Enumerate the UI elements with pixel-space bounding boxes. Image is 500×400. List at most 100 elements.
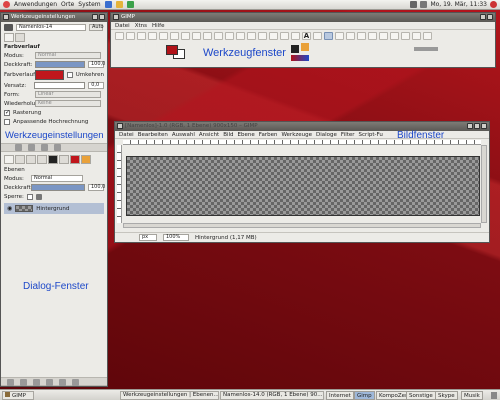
bucket-fill-tool-icon[interactable] — [313, 32, 322, 40]
versatz-value[interactable]: 0,0 — [88, 82, 104, 89]
toolbox-titlebar[interactable]: GIMP — [111, 13, 495, 22]
tab-device-status[interactable] — [15, 33, 25, 42]
menu-bearbeiten[interactable]: Bearbeiten — [138, 131, 168, 138]
zoom-tool-icon[interactable] — [203, 32, 212, 40]
unit-select[interactable]: px — [139, 234, 157, 241]
workspace-musik[interactable]: Musik — [461, 391, 483, 400]
blend-tool-icon[interactable] — [324, 32, 333, 40]
text-tool-icon[interactable]: A — [302, 32, 311, 40]
color-select-tool-icon[interactable] — [159, 32, 168, 40]
trash-icon[interactable] — [491, 392, 497, 399]
wiederholung-select[interactable]: Keine — [35, 100, 101, 107]
minimize-button[interactable] — [467, 123, 473, 129]
help-launcher-icon[interactable] — [126, 1, 134, 8]
menu-datei[interactable]: Datei — [119, 131, 134, 138]
paintbrush-tool-icon[interactable] — [346, 32, 355, 40]
taskbar-gimp[interactable]: GIMP — [2, 391, 34, 400]
minimize-button[interactable] — [92, 14, 98, 20]
duplicate-layer-icon[interactable] — [46, 379, 53, 386]
tab-tool-options[interactable] — [4, 33, 14, 42]
move-tool-icon[interactable] — [225, 32, 234, 40]
reset-options-icon[interactable] — [54, 144, 61, 151]
versatz-slider[interactable] — [34, 82, 86, 89]
active-gradient-preview[interactable] — [291, 55, 309, 61]
anchor-layer-icon[interactable] — [59, 379, 66, 386]
restore-options-icon[interactable] — [28, 144, 35, 151]
active-brush-preview[interactable] — [291, 45, 299, 53]
crop-tool-icon[interactable] — [236, 32, 245, 40]
lower-layer-icon[interactable] — [33, 379, 40, 386]
form-select[interactable]: Linear — [35, 91, 101, 98]
menu-places[interactable]: Orte — [61, 1, 74, 8]
network-icon[interactable] — [410, 1, 418, 8]
workspace-skype[interactable]: Skype — [435, 391, 458, 400]
fuzzy-select-tool-icon[interactable] — [148, 32, 157, 40]
menu-auswahl[interactable]: Auswahl — [172, 131, 195, 138]
scissors-tool-icon[interactable] — [170, 32, 179, 40]
menu-farben[interactable]: Farben — [259, 131, 278, 138]
vertical-scrollbar[interactable] — [481, 145, 487, 223]
vertical-ruler[interactable] — [117, 145, 122, 223]
fg-color-swatch[interactable] — [166, 45, 178, 55]
tab-brushes[interactable] — [48, 155, 58, 164]
tab-undo[interactable] — [37, 155, 47, 164]
airbrush-tool-icon[interactable] — [368, 32, 377, 40]
horizontal-scrollbar[interactable] — [123, 223, 481, 228]
lock-checkbox[interactable] — [26, 193, 33, 200]
tab-channels[interactable] — [15, 155, 25, 164]
scale-tool-icon[interactable] — [258, 32, 267, 40]
maximize-button[interactable] — [474, 123, 480, 129]
browser-launcher-icon[interactable] — [104, 1, 112, 8]
new-layer-icon[interactable] — [7, 379, 14, 386]
rect-select-tool-icon[interactable] — [115, 32, 124, 40]
modus-select[interactable]: Normal — [35, 52, 101, 59]
tab-palettes[interactable] — [81, 155, 91, 164]
hochrechnung-checkbox[interactable] — [4, 118, 10, 125]
image-area-preview[interactable] — [414, 47, 438, 51]
volume-icon[interactable] — [420, 1, 428, 8]
image-canvas[interactable] — [126, 156, 480, 216]
layers-modus-select[interactable]: Normal — [31, 175, 83, 182]
tab-gradients[interactable] — [70, 155, 80, 164]
close-button[interactable] — [99, 14, 105, 20]
perspective-tool-icon[interactable] — [280, 32, 289, 40]
delete-layer-icon[interactable] — [72, 379, 79, 386]
tool-options-titlebar[interactable]: Werkzeugeinstellungen — [1, 13, 107, 22]
clone-tool-icon[interactable] — [390, 32, 399, 40]
menu-script-fu[interactable]: Script-Fu — [359, 131, 383, 138]
mail-launcher-icon[interactable] — [115, 1, 123, 8]
pencil-tool-icon[interactable] — [335, 32, 344, 40]
layers-deckkraft-value[interactable]: 100,0 — [88, 184, 105, 191]
menu-dialoge[interactable]: Dialoge — [316, 131, 337, 138]
menu-xtns[interactable]: Xtns — [135, 22, 147, 29]
measure-tool-icon[interactable] — [214, 32, 223, 40]
tab-paths[interactable] — [26, 155, 36, 164]
eye-icon[interactable]: ◉ — [7, 205, 12, 212]
paths-tool-icon[interactable] — [181, 32, 190, 40]
raise-layer-icon[interactable] — [20, 379, 27, 386]
flip-tool-icon[interactable] — [291, 32, 300, 40]
menu-ansicht[interactable]: Ansicht — [199, 131, 219, 138]
layers-deckkraft-slider[interactable] — [31, 184, 85, 191]
umkehren-checkbox[interactable] — [66, 72, 73, 78]
horizontal-ruler[interactable] — [123, 140, 481, 145]
minimize-button[interactable] — [480, 14, 486, 20]
menu-werkzeuge[interactable]: Werkzeuge — [281, 131, 312, 138]
close-button[interactable] — [487, 14, 493, 20]
brush-select[interactable]: Namenlos-14 — [16, 24, 86, 31]
menu-bild[interactable]: Bild — [223, 131, 233, 138]
taskbar-tool-options[interactable]: Werkzeugeinstellungen | Ebenen... — [120, 391, 219, 400]
zoom-select[interactable]: 100% — [163, 234, 189, 241]
shear-tool-icon[interactable] — [269, 32, 278, 40]
gradient-preview[interactable] — [35, 70, 64, 80]
workspace-gimp[interactable]: Gimp — [354, 391, 375, 400]
auto-button[interactable]: Auto — [89, 24, 104, 31]
smudge-tool-icon[interactable] — [412, 32, 421, 40]
active-pattern-preview[interactable] — [301, 43, 309, 51]
rotate-tool-icon[interactable] — [247, 32, 256, 40]
power-icon[interactable] — [490, 1, 497, 8]
panel-clock[interactable]: Mo, 19. Mär, 11:33 — [430, 1, 487, 8]
menu-help[interactable]: Hilfe — [152, 22, 165, 29]
menu-system[interactable]: System — [78, 1, 100, 8]
rasterung-checkbox[interactable] — [4, 109, 10, 116]
